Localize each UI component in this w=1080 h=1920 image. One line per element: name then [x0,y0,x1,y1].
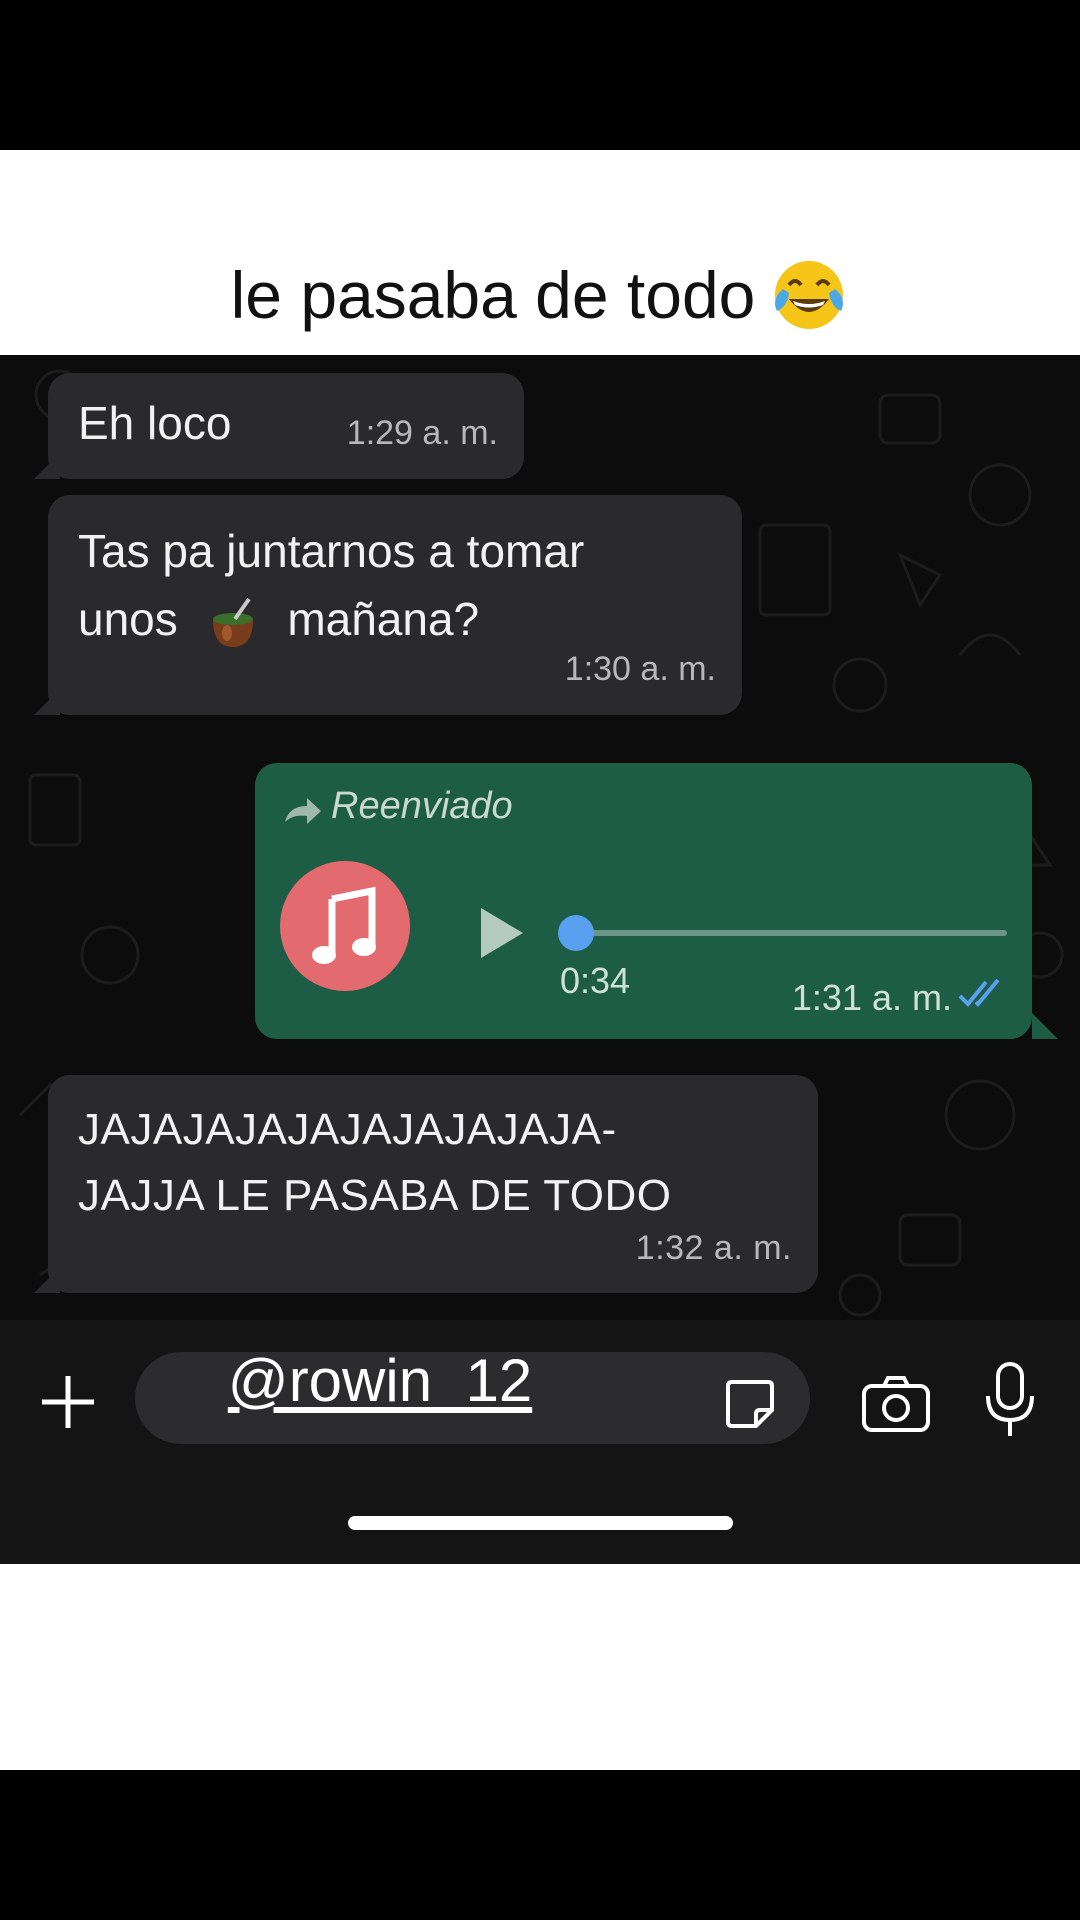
bottom-letterbox [0,1770,1080,1920]
message-text: mañana? [287,593,480,645]
message-text: unos [78,593,178,645]
message-time: 1:32 a. m. [635,1229,792,1267]
tears-of-joy-emoji-icon [769,255,849,335]
bubble-tail [34,1267,60,1293]
bubble-tail [34,689,60,715]
microphone-icon[interactable] [982,1362,1038,1440]
username-watermark: @rowin_12 [227,1347,533,1414]
forward-arrow-icon [283,793,323,824]
audio-duration: 0:34 [560,960,631,1001]
message-text-line: JAJAJAJAJAJAJAJAJAJA- [78,1105,617,1154]
message-time: 1:29 a. m. [346,414,498,452]
video-caption: le pasaba de todo [0,255,1080,341]
music-note-icon [280,861,410,991]
message-text-line: Tas pa juntarnos a tomar [78,525,585,577]
audio-progress-track[interactable] [567,930,1007,936]
bubble-tail [1032,1013,1058,1039]
message-bubble-incoming[interactable]: Eh loco 1:29 a. m. [48,373,524,479]
chat-area[interactable]: Eh loco 1:29 a. m. Tas pa juntarnos a to… [0,355,1080,1320]
camera-icon[interactable] [860,1372,932,1434]
bubble-tail [34,453,60,479]
message-bubble-incoming[interactable]: JAJAJAJAJAJAJAJAJAJA- JAJJA LE PASABA DE… [48,1075,818,1293]
forwarded-label: Reenviado [283,785,513,828]
plus-icon[interactable] [38,1372,98,1432]
message-bubble-incoming[interactable]: Tas pa juntarnos a tomar unos mañana? 1:… [48,495,742,715]
bottom-caption-area [0,1564,1080,1770]
message-input-bar: @rowin_12 [0,1320,1080,1564]
home-indicator[interactable] [348,1516,733,1530]
caption-text: le pasaba de todo [230,258,756,332]
message-time: 1:30 a. m. [564,650,716,688]
audio-scrubber-handle[interactable] [558,915,594,951]
sticker-icon[interactable] [722,1376,778,1432]
forwarded-text: Reenviado [331,785,513,827]
message-time: 1:31 a. m. [791,977,952,1018]
mate-gourd-icon [205,595,261,651]
play-button[interactable] [477,906,525,960]
read-receipt-icon [958,976,1008,1010]
top-letterbox [0,0,1080,150]
message-text: Eh loco [78,397,232,449]
message-bubble-outgoing-audio[interactable]: Reenviado 0:34 1:31 a. m. [255,763,1032,1039]
